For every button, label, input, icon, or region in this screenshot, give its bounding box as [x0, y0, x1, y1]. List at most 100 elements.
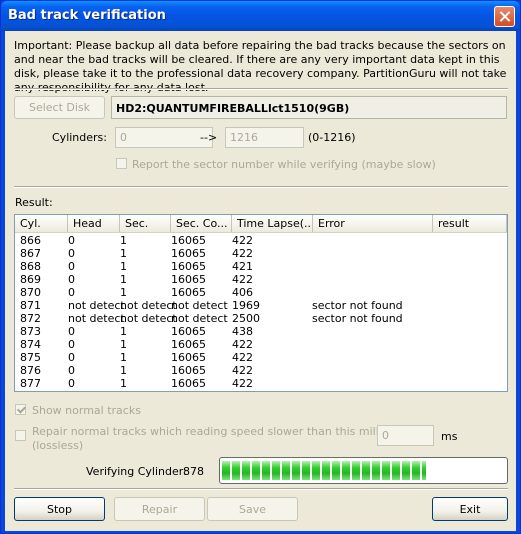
table-row[interactable]: 871 not detect not detect not detect 1969 sec… — [15, 299, 507, 312]
cell-time-lapse: 438 — [232, 325, 253, 338]
cell-head: 0 — [68, 273, 75, 286]
cell-cyl: 866 — [20, 234, 41, 247]
show-normal-label: Show normal tracks — [32, 404, 141, 417]
cell-time-lapse: 422 — [232, 338, 253, 351]
cell-head: 0 — [68, 325, 75, 338]
cell-sec: 1 — [120, 260, 127, 273]
cell-cyl: 870 — [20, 286, 41, 299]
table-row[interactable]: 870 0 1 16065 406 — [15, 286, 507, 299]
cell-time-lapse: 422 — [232, 247, 253, 260]
cell-sec: 1 — [120, 325, 127, 338]
repair-normal-label: Repair normal tracks which reading speed… — [32, 425, 425, 438]
cell-cyl: 869 — [20, 273, 41, 286]
exit-button[interactable]: Exit — [432, 497, 508, 521]
cell-sec-count: 16065 — [171, 286, 206, 299]
column-header-head[interactable]: Head — [68, 215, 120, 232]
cylinder-range-label: (0-1216) — [308, 131, 356, 144]
repair-button[interactable]: Repair — [114, 497, 205, 521]
cell-cyl: 868 — [20, 260, 41, 273]
cell-sec: 1 — [120, 351, 127, 364]
cell-sec-count: 16065 — [171, 338, 206, 351]
cell-sec: 1 — [120, 286, 127, 299]
disk-name-display: HD2:QUANTUMFIREBALLlct1510(9GB) — [111, 96, 507, 119]
cell-sec-count: 16065 — [171, 247, 206, 260]
cell-cyl: 867 — [20, 247, 41, 260]
cell-time-lapse: 422 — [232, 377, 253, 390]
cell-sec: not detect — [120, 312, 177, 325]
stop-button[interactable]: Stop — [14, 497, 105, 521]
cell-cyl: 872 — [20, 312, 41, 325]
result-table[interactable]: Cyl. Head Sec. Sec. Co... Time Lapse(...… — [14, 214, 508, 392]
table-row[interactable]: 877 0 1 16065 422 — [15, 377, 507, 390]
table-header: Cyl. Head Sec. Sec. Co... Time Lapse(...… — [15, 215, 507, 233]
cell-error: sector not found — [312, 299, 403, 312]
repair-normal-sublabel: (lossless) — [32, 439, 84, 452]
table-row[interactable]: 875 0 1 16065 422 — [15, 351, 507, 364]
table-row[interactable]: 868 0 1 16065 421 — [15, 260, 507, 273]
save-button[interactable]: Save — [207, 497, 298, 521]
cell-sec-count: 16065 — [171, 364, 206, 377]
divider — [14, 88, 508, 90]
cell-cyl: 871 — [20, 299, 41, 312]
close-button[interactable] — [494, 6, 515, 27]
table-row[interactable]: 874 0 1 16065 422 — [15, 338, 507, 351]
column-header-time-lapse[interactable]: Time Lapse(... — [232, 215, 313, 232]
cell-cyl: 877 — [20, 377, 41, 390]
cell-sec-count: not detect — [171, 312, 228, 325]
select-disk-button[interactable]: Select Disk — [14, 96, 105, 119]
cell-sec: 1 — [120, 364, 127, 377]
cell-cyl: 876 — [20, 364, 41, 377]
dialog-body: Important: Please backup all data before… — [5, 31, 516, 531]
verifying-cylinder-label: Verifying Cylinder: — [86, 465, 187, 478]
column-header-error[interactable]: Error — [313, 215, 433, 232]
cell-head: 0 — [68, 377, 75, 390]
title-bar[interactable]: Bad track verification — [1, 1, 520, 31]
report-sector-checkbox[interactable] — [116, 158, 127, 169]
cell-head: 0 — [68, 286, 75, 299]
result-label: Result: — [15, 196, 53, 209]
cell-sec-count: 16065 — [171, 273, 206, 286]
cell-time-lapse: 422 — [232, 364, 253, 377]
cell-head: 0 — [68, 260, 75, 273]
cell-sec: 1 — [120, 377, 127, 390]
warning-notice: Important: Please backup all data before… — [14, 39, 507, 94]
show-normal-checkbox[interactable] — [15, 404, 26, 415]
window-title: Bad track verification — [8, 8, 166, 23]
dialog-window: Bad track verification Important: Please… — [0, 0, 521, 534]
cell-time-lapse: 422 — [232, 273, 253, 286]
cell-head: not detect — [68, 299, 125, 312]
column-header-cyl[interactable]: Cyl. — [15, 215, 68, 232]
ms-unit-label: ms — [441, 430, 458, 443]
cell-head: 0 — [68, 234, 75, 247]
table-row[interactable]: 867 0 1 16065 422 — [15, 247, 507, 260]
column-header-sec[interactable]: Sec. — [120, 215, 171, 232]
cell-head: not detect — [68, 312, 125, 325]
cell-time-lapse: 406 — [232, 286, 253, 299]
cell-cyl: 875 — [20, 351, 41, 364]
column-header-result[interactable]: result — [433, 215, 507, 232]
divider — [14, 186, 508, 188]
cell-sec: 1 — [120, 338, 127, 351]
cylinder-from-input[interactable]: 0 — [115, 127, 213, 148]
cylinders-label: Cylinders: — [52, 131, 107, 144]
divider — [14, 488, 508, 490]
cell-cyl: 873 — [20, 325, 41, 338]
repair-ms-input[interactable]: 0 — [377, 425, 434, 446]
range-arrow: --> — [200, 131, 218, 144]
cell-sec-count: 16065 — [171, 377, 206, 390]
table-row[interactable]: 872 not detect not detect not detect 2500 sec… — [15, 312, 507, 325]
cell-time-lapse: 422 — [232, 234, 253, 247]
cell-sec: 1 — [120, 247, 127, 260]
table-row[interactable]: 866 0 1 16065 422 — [15, 234, 507, 247]
cell-time-lapse: 422 — [232, 351, 253, 364]
report-sector-label: Report the sector number while verifying… — [132, 158, 436, 171]
cell-head: 0 — [68, 247, 75, 260]
progress-bar — [219, 457, 508, 484]
table-row[interactable]: 869 0 1 16065 422 — [15, 273, 507, 286]
table-row[interactable]: 876 0 1 16065 422 — [15, 364, 507, 377]
repair-normal-checkbox[interactable] — [15, 430, 26, 441]
cell-error: sector not found — [312, 312, 403, 325]
table-row[interactable]: 873 0 1 16065 438 — [15, 325, 507, 338]
column-header-sec-count[interactable]: Sec. Co... — [171, 215, 232, 232]
cylinder-to-input[interactable]: 1216 — [225, 127, 304, 148]
